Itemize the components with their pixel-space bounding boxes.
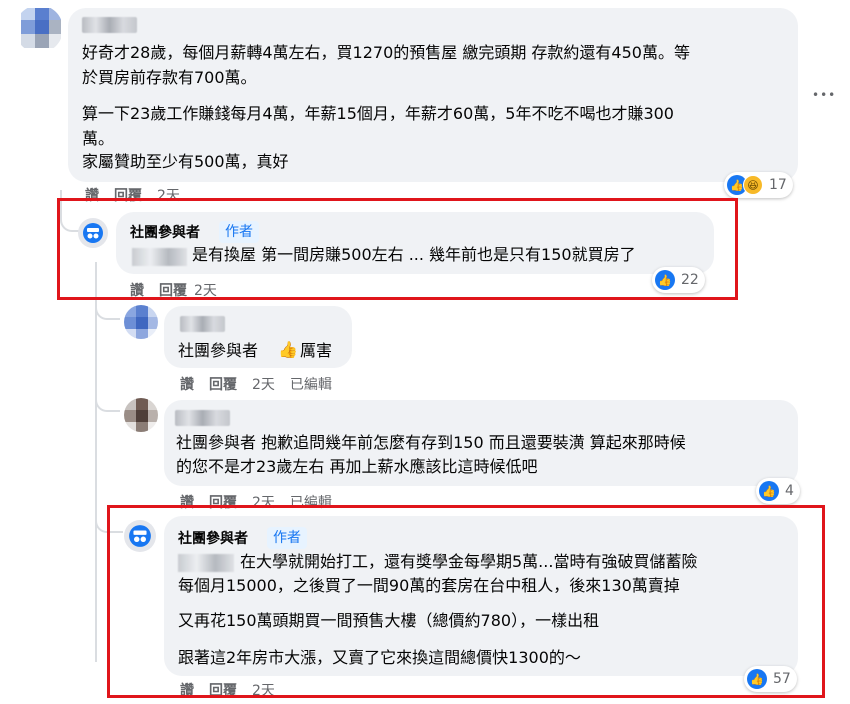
reply-link[interactable]: 回覆 (209, 377, 237, 393)
thumbs-up-emoji-icon: 👍 (278, 340, 298, 359)
like-icon: 👍 (759, 481, 779, 501)
comment-text-line: 算一下23歲工作賺錢每月4萬，年薪15個月，年薪才60萬，5年不吃不喝也才賺30… (82, 104, 674, 123)
avatar[interactable] (124, 305, 158, 339)
reaction-summary[interactable]: 👍 4 (756, 478, 800, 504)
commenter-name[interactable] (82, 17, 137, 33)
commenter-name[interactable] (175, 410, 230, 426)
highlight-box (57, 198, 738, 300)
reaction-summary[interactable]: 👍 😆 17 (724, 172, 793, 198)
haha-icon: 😆 (743, 175, 763, 195)
avatar[interactable] (124, 398, 158, 432)
commenter-name[interactable] (180, 316, 225, 332)
avatar[interactable] (15, 5, 63, 53)
comment-text-line: 萬。 (82, 129, 115, 148)
highlight-box (107, 505, 825, 698)
reaction-count: 17 (769, 177, 787, 193)
mention[interactable]: 社團參與者 (178, 338, 258, 363)
reply-text: 厲害 (300, 341, 333, 360)
comment-text-line: 家屬贊助至少有500萬，真好 (82, 152, 289, 171)
thread-connector (95, 300, 120, 320)
comment-text-line: 好奇才28歲，每個月薪轉4萬左右，買1270的預售屋 繳完頭期 存款約還有450… (82, 43, 690, 62)
thread-line (95, 262, 97, 662)
reply-text-line: 的您不是才23歲左右 再加上薪水應該比這時候低吧 (176, 457, 538, 476)
reply-text-line: 社團參與者 抱歉追問幾年前怎麼有存到150 而且還要裝潢 算起來那時候 (176, 433, 686, 452)
edited-label[interactable]: 已編輯 (290, 377, 332, 393)
timestamp[interactable]: 2天 (252, 377, 275, 393)
comment-text-line: 於買房前存款有700萬。 (82, 68, 257, 87)
more-options-icon[interactable]: ••• (812, 88, 836, 102)
like-link[interactable]: 讚 (180, 377, 194, 393)
reply-actions: 讚回覆 2天 已編輯 (180, 374, 347, 394)
reaction-count: 4 (785, 483, 794, 499)
thread-connector (95, 392, 120, 412)
